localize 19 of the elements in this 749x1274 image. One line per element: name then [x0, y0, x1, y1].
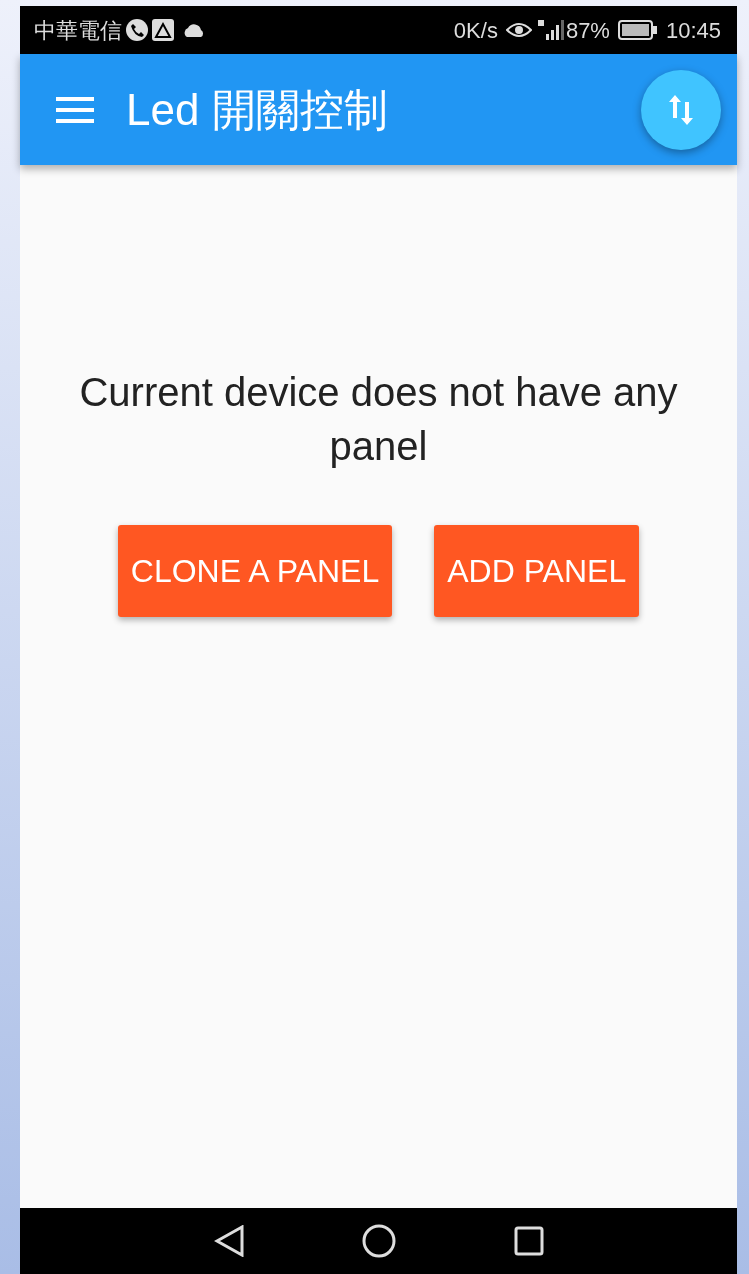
carrier-name: 中華電信 [34, 16, 122, 45]
action-button[interactable]: ADD PANEL [434, 525, 640, 617]
eye-icon [505, 21, 532, 39]
app-title: Led 開關控制 [126, 83, 388, 136]
sort-button[interactable] [641, 69, 721, 150]
network-speed: 0K/s [453, 16, 498, 45]
cloud-icon [182, 22, 206, 38]
battery-percent: 87% [565, 16, 610, 45]
signal-icon [535, 18, 566, 42]
empty-message: Current device does not have any panel [78, 369, 679, 470]
back-icon[interactable] [213, 1225, 244, 1257]
home-icon[interactable] [361, 1224, 396, 1258]
recents-icon[interactable] [513, 1226, 544, 1256]
clock-time: 10:45 [665, 16, 721, 45]
app-icon [152, 19, 174, 41]
phone-icon [126, 19, 148, 41]
battery-icon [617, 20, 658, 40]
action-button[interactable]: CLONE A PANEL [117, 525, 393, 617]
menu-icon[interactable] [56, 95, 94, 124]
